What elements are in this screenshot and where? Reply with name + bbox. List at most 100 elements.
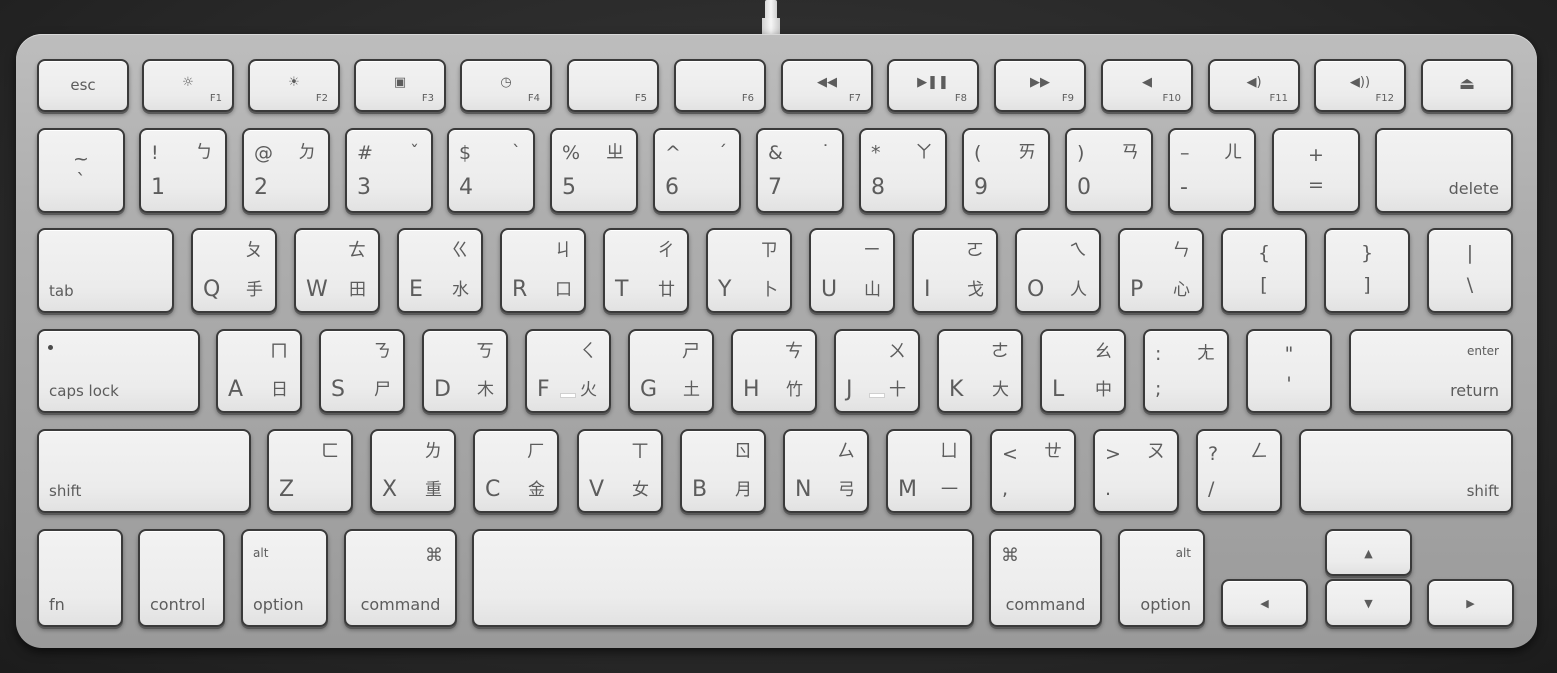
- key-lcommand[interactable]: ⌘ command: [344, 529, 457, 627]
- key-quote[interactable]: " ': [1246, 329, 1332, 413]
- key-period[interactable]: >. ㄡ: [1093, 429, 1179, 513]
- key-w[interactable]: Wㄊ田: [294, 228, 380, 313]
- key-f6[interactable]: F6: [674, 59, 766, 112]
- shift-symbol: ": [1284, 343, 1294, 365]
- key-semicolon[interactable]: :; ㄤ: [1143, 329, 1229, 413]
- key-control[interactable]: control: [138, 529, 225, 627]
- key-backslash[interactable]: | \: [1427, 228, 1513, 313]
- key-comma[interactable]: <, ㄝ: [990, 429, 1076, 513]
- key-f5[interactable]: F5: [567, 59, 659, 112]
- key-t[interactable]: T ㄔ廿: [603, 228, 689, 313]
- cangjie-label: 尸: [374, 380, 391, 400]
- key-v[interactable]: V ㄒ女: [577, 429, 663, 513]
- key-f2[interactable]: ☀ F2: [248, 59, 340, 112]
- shift-symbol: |: [1466, 242, 1474, 264]
- key-o[interactable]: O ㄟ人: [1015, 228, 1101, 313]
- key-space[interactable]: [472, 529, 974, 627]
- fast-forward-icon: ▶▶: [1030, 75, 1050, 90]
- key-f3[interactable]: ▣ F3: [354, 59, 446, 112]
- fkey-label: F2: [315, 93, 328, 104]
- key-1[interactable]: ! 1 ㄅ: [139, 128, 227, 213]
- key-equals[interactable]: + =: [1272, 128, 1360, 213]
- key-slash[interactable]: ? / ㄥ: [1196, 429, 1282, 513]
- key-return[interactable]: enter return: [1349, 329, 1513, 413]
- key-y[interactable]: Y ㄗ卜: [706, 228, 792, 313]
- base-symbol: 9: [974, 175, 988, 200]
- letter-label: I: [924, 277, 931, 302]
- key-rcommand[interactable]: ⌘ command: [989, 529, 1102, 627]
- key-3[interactable]: #3 ˇ: [345, 128, 433, 213]
- key-i[interactable]: I ㄛ戈: [912, 228, 998, 313]
- key-f11[interactable]: ◀) F11: [1208, 59, 1300, 112]
- key-p[interactable]: P ㄣ心: [1118, 228, 1204, 313]
- key-s[interactable]: S ㄋ尸: [319, 329, 405, 413]
- key-x[interactable]: X ㄌ重: [370, 429, 456, 513]
- key-f10[interactable]: ◀ F10: [1101, 59, 1193, 112]
- letter-label: M: [898, 477, 917, 502]
- key-j[interactable]: J ㄨ十: [834, 329, 920, 413]
- key-6[interactable]: ^ 6 ˊ: [653, 128, 741, 213]
- cangjie-label: 竹: [786, 380, 803, 400]
- key-g[interactable]: G ㄕ土: [628, 329, 714, 413]
- key-e[interactable]: E ㄍ水: [397, 228, 483, 313]
- letter-label: Y: [718, 277, 732, 302]
- key-tab[interactable]: tab: [37, 228, 174, 313]
- key-h[interactable]: H ㄘ竹: [731, 329, 817, 413]
- key-capslock[interactable]: caps lock: [37, 329, 200, 413]
- key-lshift[interactable]: shift: [37, 429, 251, 513]
- key-m[interactable]: M ㄩ一: [886, 429, 972, 513]
- key-loption[interactable]: alt option: [241, 529, 328, 627]
- zhuyin-label: ㄦ: [1224, 142, 1242, 163]
- arrow-down-key[interactable]: ▼: [1325, 579, 1412, 627]
- key-2[interactable]: @2 ㄉ: [242, 128, 330, 213]
- key-q[interactable]: Q ㄆ手: [191, 228, 277, 313]
- letter-label: D: [434, 377, 451, 402]
- key-z[interactable]: Zㄈ: [267, 429, 353, 513]
- key-lbracket[interactable]: {[: [1221, 228, 1307, 313]
- key-7[interactable]: & 7 ˙: [756, 128, 844, 213]
- key-minus[interactable]: – - ㄦ: [1168, 128, 1256, 213]
- key-r[interactable]: R ㄐ口: [500, 228, 586, 313]
- key-n[interactable]: N ㄙ弓: [783, 429, 869, 513]
- usb-cable: [765, 0, 777, 20]
- key-f8[interactable]: ▶❚❚ F8: [887, 59, 979, 112]
- key-4[interactable]: $4 ˋ: [447, 128, 535, 213]
- key-d[interactable]: D ㄎ木: [422, 329, 508, 413]
- key-backtick[interactable]: ~ `: [37, 128, 125, 213]
- key-delete[interactable]: delete: [1375, 128, 1513, 213]
- arrow-right-key[interactable]: ▶: [1427, 579, 1514, 627]
- shift-symbol: &: [768, 142, 783, 164]
- arrow-left-key[interactable]: ◀: [1221, 579, 1308, 627]
- key-fn[interactable]: fn: [37, 529, 123, 627]
- key-b[interactable]: B ㄖ月: [680, 429, 766, 513]
- key-u[interactable]: U ㄧ山: [809, 228, 895, 313]
- key-f4[interactable]: ◷ F4: [460, 59, 552, 112]
- key-f12[interactable]: ◀)) F12: [1314, 59, 1406, 112]
- key-esc[interactable]: esc: [37, 59, 129, 112]
- zhuyin-label: ㄗ: [760, 240, 778, 261]
- letter-label: X: [382, 477, 398, 502]
- key-a[interactable]: A ㄇ日: [216, 329, 302, 413]
- key-c[interactable]: C ㄏ金: [473, 429, 559, 513]
- key-5[interactable]: % 5 ㄓ: [550, 128, 638, 213]
- shift-symbol: :: [1155, 343, 1162, 365]
- key-roption[interactable]: alt option: [1118, 529, 1205, 627]
- key-f1[interactable]: ☼ F1: [142, 59, 234, 112]
- key-l[interactable]: L ㄠ中: [1040, 329, 1126, 413]
- key-9[interactable]: (9 ㄞ: [962, 128, 1050, 213]
- base-symbol: [: [1260, 274, 1268, 296]
- key-8[interactable]: * 8 ㄚ: [859, 128, 947, 213]
- key-rshift[interactable]: shift: [1299, 429, 1513, 513]
- key-k[interactable]: K ㄜ大: [937, 329, 1023, 413]
- key-0[interactable]: ) 0 ㄢ: [1065, 128, 1153, 213]
- fkey-label: F12: [1375, 93, 1394, 104]
- key-f7[interactable]: ◀◀ F7: [781, 59, 873, 112]
- key-f9[interactable]: ▶▶ F9: [994, 59, 1086, 112]
- arrow-up-key[interactable]: ▲: [1325, 529, 1412, 576]
- key-eject[interactable]: ⏏: [1421, 59, 1513, 112]
- zhuyin-label: ㄒ: [631, 441, 649, 462]
- key-f[interactable]: F ㄑ火: [525, 329, 611, 413]
- key-rbracket[interactable]: }]: [1324, 228, 1410, 313]
- command-icon: ⌘: [1001, 545, 1019, 566]
- fkey-label: F4: [527, 93, 540, 104]
